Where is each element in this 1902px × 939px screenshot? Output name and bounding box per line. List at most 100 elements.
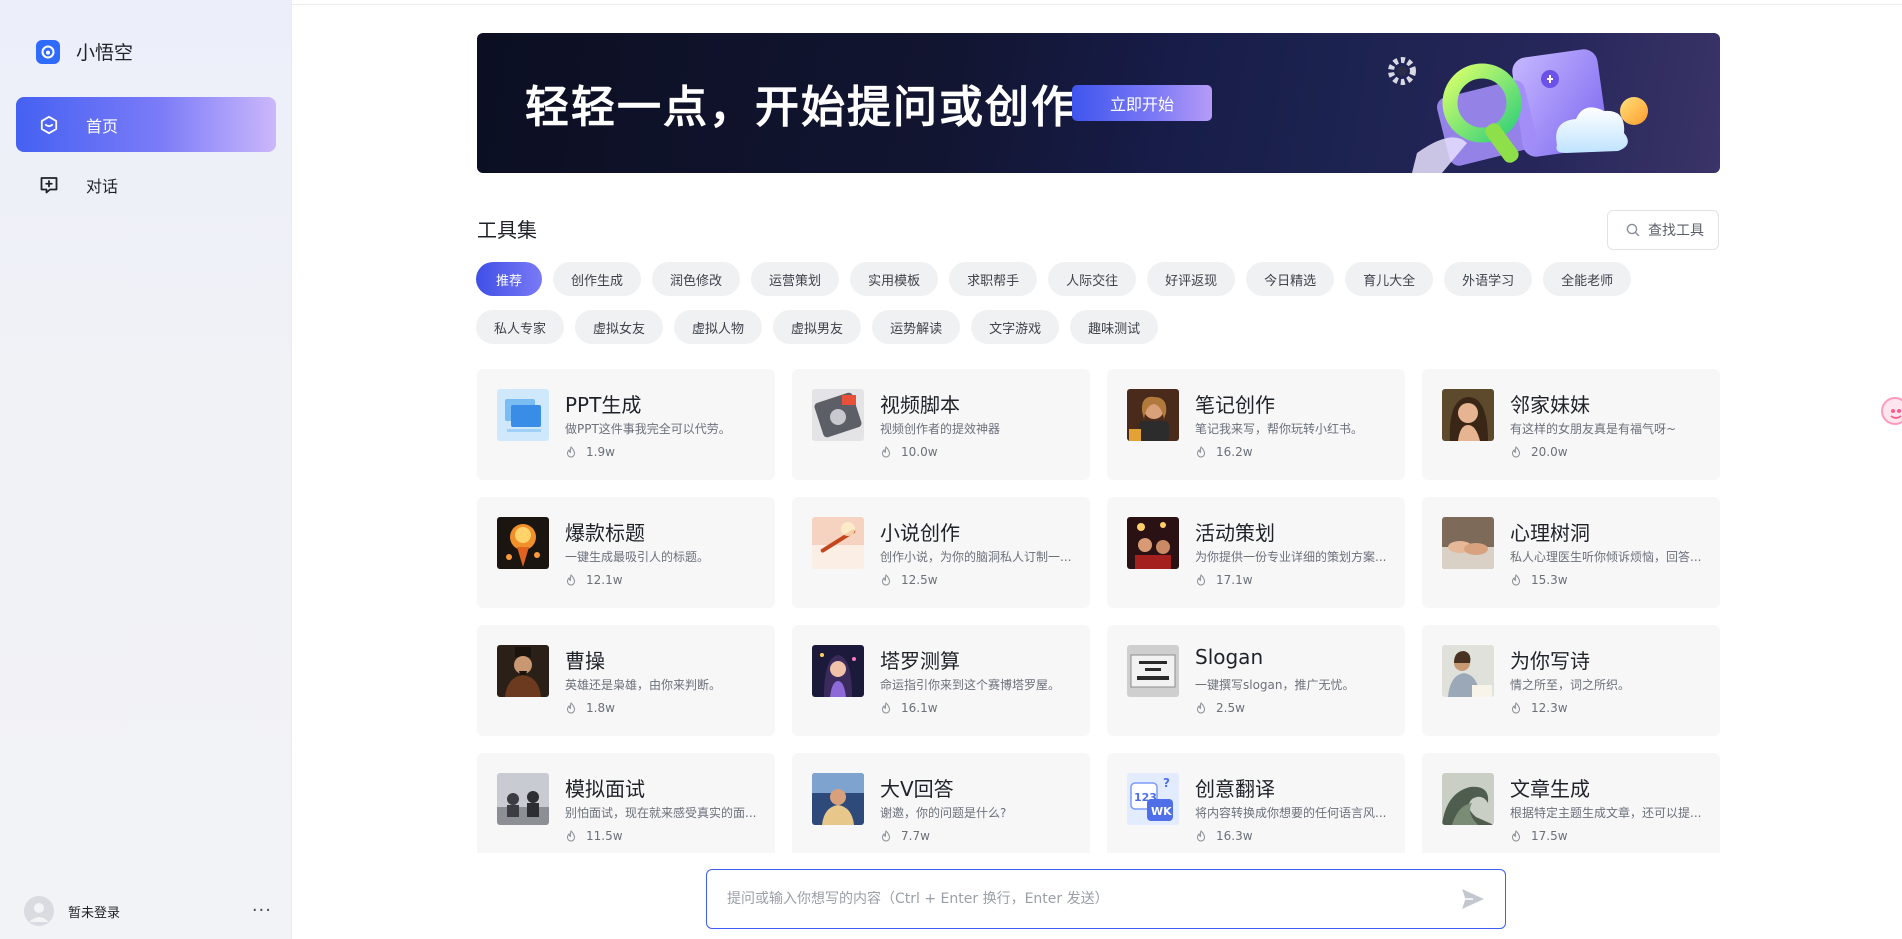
- tab-category[interactable]: 创作生成: [553, 262, 642, 296]
- tool-card-count: 2.5w: [1216, 701, 1245, 715]
- tool-card[interactable]: 视频脚本 视频创作者的提效神器 10.0w: [792, 369, 1090, 480]
- user-name[interactable]: 暂未登录: [68, 902, 120, 921]
- tool-card[interactable]: 大V回答 谢邀，你的问题是什么? 7.7w: [792, 753, 1090, 853]
- tool-card-usage: 1.9w: [565, 445, 615, 459]
- tool-card-desc: 笔记我来写，帮你玩转小红书。: [1195, 422, 1364, 436]
- tool-card-title: 文章生成: [1510, 777, 1590, 801]
- sidebar-item-home-label: 首页: [86, 116, 119, 136]
- tab-category[interactable]: 运势解读: [872, 310, 961, 344]
- wave-thumbnail-icon: [1442, 773, 1494, 825]
- assistant-widget-icon[interactable]: [1881, 397, 1902, 425]
- tool-card[interactable]: 小说创作 创作小说，为你的脑洞私人订制一... 12.5w: [792, 497, 1090, 608]
- translate-thumbnail-icon: 123 WK?: [1127, 773, 1179, 825]
- tool-card-count: 11.5w: [586, 829, 623, 843]
- tab-category[interactable]: 实用模板: [850, 262, 939, 296]
- chat-input[interactable]: [727, 879, 1459, 919]
- fire-icon: [565, 830, 577, 842]
- girl-portrait-thumbnail-icon: [1442, 389, 1494, 441]
- tool-card-usage: 12.3w: [1510, 701, 1568, 715]
- tab-category[interactable]: 全能老师: [1543, 262, 1632, 296]
- tab-category-recommended[interactable]: 推荐: [476, 262, 543, 296]
- tab-category[interactable]: 外语学习: [1444, 262, 1533, 296]
- fire-icon: [1510, 446, 1522, 458]
- sidebar-item-chat[interactable]: 对话: [16, 157, 276, 212]
- tool-card-desc: 将内容转换成你想要的任何语言风...: [1195, 806, 1387, 820]
- category-row: 私人专家 虚拟女友 虚拟人物 虚拟男友 运势解读 文字游戏 趣味测试: [476, 310, 1726, 344]
- tool-card-count: 17.1w: [1216, 573, 1253, 587]
- tab-category[interactable]: 润色修改: [652, 262, 741, 296]
- send-icon: [1462, 889, 1484, 909]
- tool-card-title: 笔记创作: [1195, 393, 1275, 417]
- tab-category[interactable]: 虚拟女友: [575, 310, 664, 344]
- tarot-thumbnail-icon: [812, 645, 864, 697]
- tools-header: 工具集 查找工具: [477, 210, 1720, 250]
- tool-card[interactable]: PPT生成 做PPT这件事我完全可以代劳。 1.9w: [477, 369, 775, 480]
- influencer-thumbnail-icon: [812, 773, 864, 825]
- tool-card-desc: 有这样的女朋友真是有福气呀~: [1510, 422, 1677, 436]
- tool-card-desc: 为你提供一份专业详细的策划方案...: [1195, 550, 1387, 564]
- banner-illustration-icon: [1388, 49, 1648, 173]
- tool-card-desc: 做PPT这件事我完全可以代劳。: [565, 422, 731, 436]
- tool-card-desc: 视频创作者的提效神器: [880, 422, 1001, 436]
- tool-card[interactable]: 为你写诗 情之所至，词之所织。 12.3w: [1422, 625, 1720, 736]
- tool-card[interactable]: Slogan 一键撰写slogan，推广无忧。 2.5w: [1107, 625, 1405, 736]
- tool-card[interactable]: 模拟面试 别怕面试，现在就来感受真实的面... 11.5w: [477, 753, 775, 853]
- tab-category[interactable]: 虚拟男友: [773, 310, 862, 344]
- promo-banner: 轻轻一点，开始提问或创作 立即开始: [477, 33, 1720, 173]
- tool-card[interactable]: 塔罗测算 命运指引你来到这个赛博塔罗屋。 16.1w: [792, 625, 1090, 736]
- note-thumbnail-icon: [1127, 389, 1179, 441]
- slogan-sign-thumbnail-icon: [1127, 645, 1179, 697]
- tool-card[interactable]: 曹操 英雄还是枭雄，由你来判断。 1.8w: [477, 625, 775, 736]
- tab-category[interactable]: 文字游戏: [971, 310, 1060, 344]
- tool-search-input[interactable]: 查找工具: [1607, 210, 1719, 250]
- start-now-button[interactable]: 立即开始: [1072, 85, 1212, 121]
- tool-card-count: 12.1w: [586, 573, 623, 587]
- tool-card[interactable]: 活动策划 为你提供一份专业详细的策划方案... 17.1w: [1107, 497, 1405, 608]
- tab-category[interactable]: 育儿大全: [1345, 262, 1434, 296]
- tool-card-usage: 17.1w: [1195, 573, 1253, 587]
- tool-card-desc: 别怕面试，现在就来感受真实的面...: [565, 806, 757, 820]
- tab-category[interactable]: 求职帮手: [949, 262, 1038, 296]
- avatar[interactable]: [24, 896, 54, 926]
- tool-card[interactable]: 文章生成 根据特定主题生成文章，还可以提... 17.5w: [1422, 753, 1720, 853]
- tool-card-count: 15.3w: [1531, 573, 1568, 587]
- tool-card-usage: 1.8w: [565, 701, 615, 715]
- top-divider: [292, 4, 1902, 5]
- sidebar-item-home[interactable]: 首页: [16, 97, 276, 152]
- fire-icon: [1195, 446, 1207, 458]
- tool-card-title: 视频脚本: [880, 393, 960, 417]
- tool-card-title: 心理树洞: [1510, 521, 1590, 545]
- fire-icon: [1510, 702, 1522, 714]
- more-options-button[interactable]: ···: [252, 902, 272, 920]
- tab-category[interactable]: 运营策划: [751, 262, 840, 296]
- tool-card-title: 活动策划: [1195, 521, 1275, 545]
- search-icon: [1626, 223, 1640, 237]
- tool-card-desc: 一键生成最吸引人的标题。: [565, 550, 710, 564]
- tool-card-title: 大V回答: [880, 777, 954, 801]
- tool-card-count: 7.7w: [901, 829, 930, 843]
- tab-category[interactable]: 好评返现: [1147, 262, 1236, 296]
- tool-card-desc: 私人心理医生听你倾诉烦恼，回答...: [1510, 550, 1702, 564]
- fire-icon: [1510, 830, 1522, 842]
- tool-card-usage: 16.3w: [1195, 829, 1253, 843]
- chat-composer: [706, 869, 1506, 929]
- tool-card[interactable]: 笔记创作 笔记我来写，帮你玩转小红书。 16.2w: [1107, 369, 1405, 480]
- tab-category[interactable]: 今日精选: [1246, 262, 1335, 296]
- tab-category[interactable]: 趣味测试: [1070, 310, 1159, 344]
- tab-category[interactable]: 私人专家: [476, 310, 565, 344]
- tool-card[interactable]: 爆款标题 一键生成最吸引人的标题。 12.1w: [477, 497, 775, 608]
- tab-category[interactable]: 人际交往: [1048, 262, 1137, 296]
- tool-card[interactable]: 123 WK? 创意翻译 将内容转换成你想要的任何语言风... 16.3w: [1107, 753, 1405, 853]
- brand[interactable]: 小悟空: [36, 38, 133, 65]
- tool-card-count: 16.1w: [901, 701, 938, 715]
- fire-icon: [565, 702, 577, 714]
- fire-icon: [565, 446, 577, 458]
- tool-card[interactable]: 邻家妹妹 有这样的女朋友真是有福气呀~ 20.0w: [1422, 369, 1720, 480]
- tab-category[interactable]: 虚拟人物: [674, 310, 763, 344]
- tool-card-count: 12.3w: [1531, 701, 1568, 715]
- tool-card-count: 1.8w: [586, 701, 615, 715]
- tool-card-usage: 16.2w: [1195, 445, 1253, 459]
- tool-card[interactable]: 心理树洞 私人心理医生听你倾诉烦恼，回答... 15.3w: [1422, 497, 1720, 608]
- caocao-portrait-thumbnail-icon: [497, 645, 549, 697]
- send-button[interactable]: [1459, 885, 1487, 913]
